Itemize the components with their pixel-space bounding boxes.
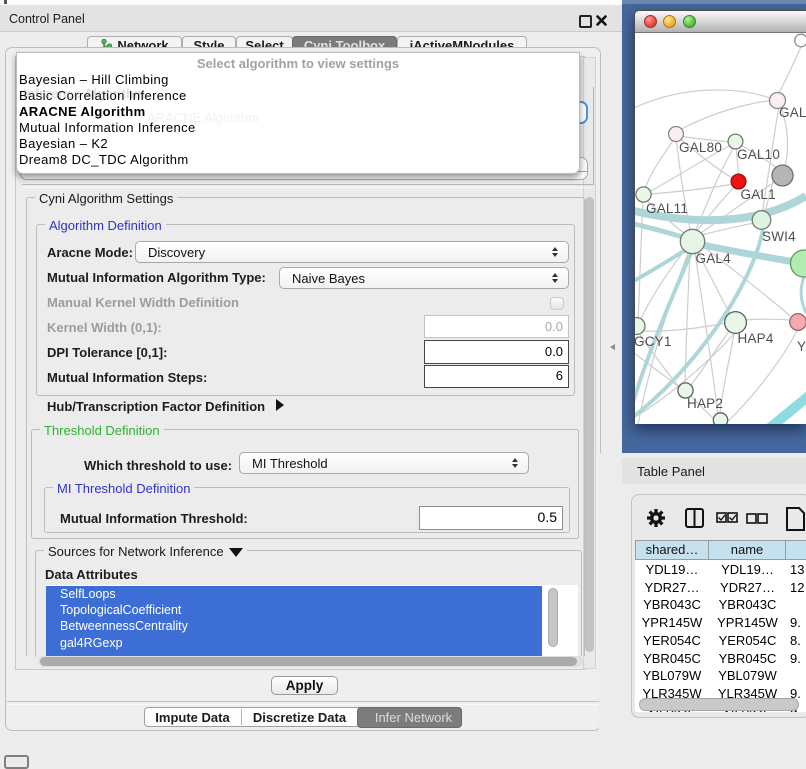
svg-text:GAL4: GAL4 [696,251,732,266]
svg-text:GAL10: GAL10 [737,147,780,162]
svg-text:SWI4: SWI4 [762,229,796,244]
svg-text:GAL1: GAL1 [741,187,776,202]
svg-text:HAP4: HAP4 [738,331,774,346]
svg-text:GAL: GAL [779,105,806,120]
svg-text:GAL80: GAL80 [679,140,722,155]
svg-text:Y: Y [797,339,806,354]
svg-text:GCY1: GCY1 [635,334,672,349]
svg-text:HAP2: HAP2 [687,396,723,411]
svg-text:GAL11: GAL11 [646,201,688,216]
